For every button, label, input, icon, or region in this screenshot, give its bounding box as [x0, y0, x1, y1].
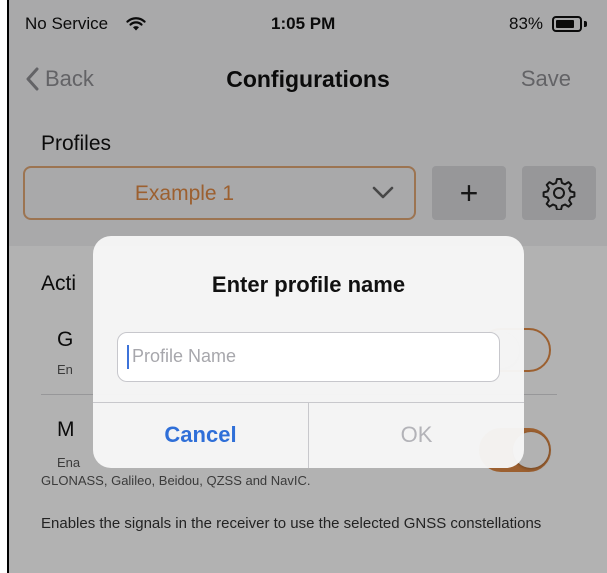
- profile-name-alert: Enter profile name Profile Name Cancel O…: [93, 236, 524, 468]
- text-caret: [127, 345, 129, 369]
- input-placeholder: Profile Name: [132, 346, 237, 366]
- profile-name-input[interactable]: Profile Name: [117, 332, 500, 382]
- alert-title: Enter profile name: [211, 272, 406, 297]
- ok-button[interactable]: OK: [309, 402, 524, 468]
- phone-screen: No Service 1:05 PM 83% Back Configuratio…: [9, 0, 607, 573]
- cancel-button[interactable]: Cancel: [93, 402, 308, 468]
- screen-edge: [0, 0, 9, 573]
